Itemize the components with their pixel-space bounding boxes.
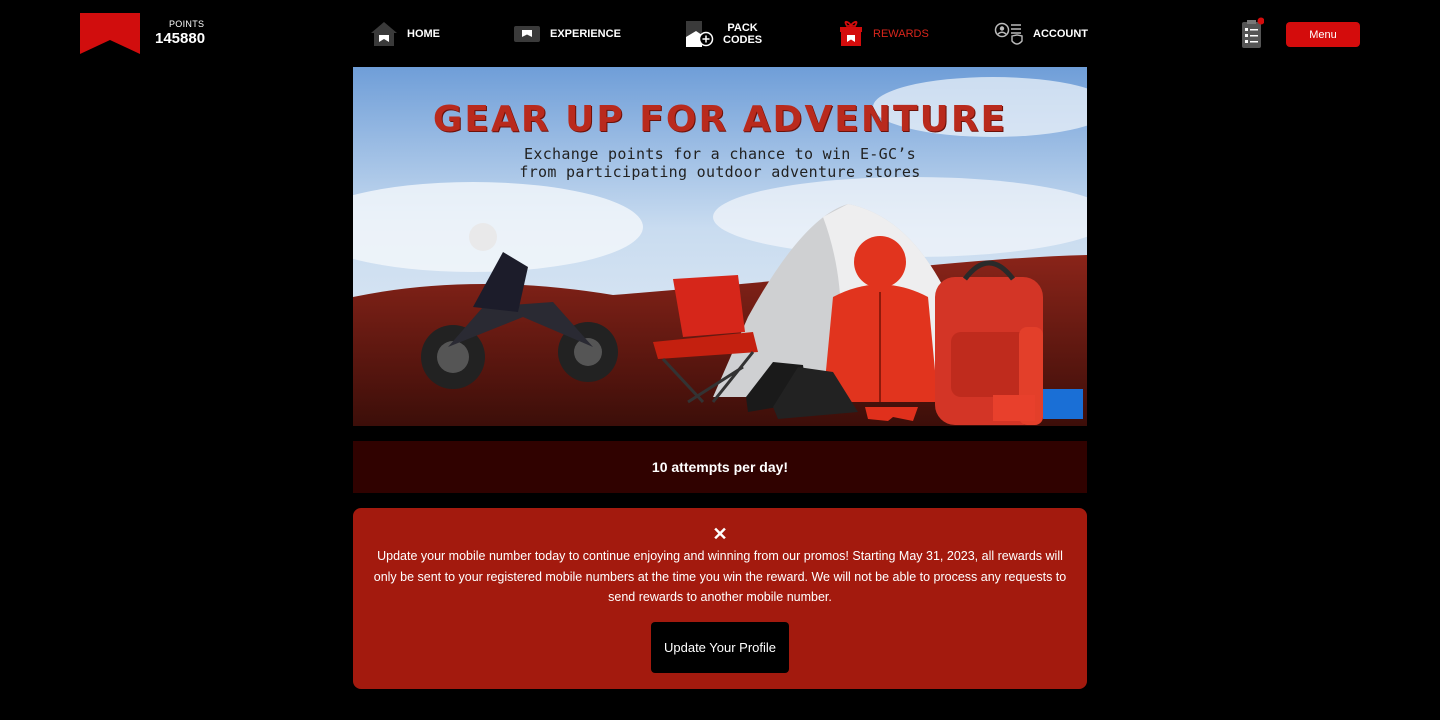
- banner-title: GEAR UP FOR ADVENTURE: [432, 99, 1008, 140]
- close-icon[interactable]: ✕: [712, 525, 728, 543]
- brand-logo[interactable]: [80, 13, 140, 54]
- nav-account-label: ACCOUNT: [1033, 28, 1088, 40]
- gift-icon: [840, 20, 862, 46]
- top-navigation-bar: POINTS 145880 HOME EXPERIENCE PACK CODES: [0, 0, 1440, 67]
- account-icon: [994, 22, 1023, 45]
- nav-account[interactable]: ACCOUNT: [994, 18, 1088, 50]
- nav-experience[interactable]: EXPERIENCE: [513, 18, 621, 50]
- promo-banner: GEAR UP FOR ADVENTURE Exchange points fo…: [353, 67, 1087, 426]
- pack-add-icon: [686, 21, 714, 47]
- nav-pack-codes[interactable]: PACK CODES: [684, 18, 762, 50]
- notice-message: Update your mobile number today to conti…: [373, 549, 1067, 604]
- points-value: 145880: [155, 30, 206, 47]
- nav-rewards[interactable]: REWARDS: [838, 18, 929, 50]
- nav-home[interactable]: HOME: [370, 18, 440, 50]
- nav-pack-label-line2: CODES: [723, 34, 763, 46]
- nav-pack-label-line1: PACK: [727, 22, 758, 34]
- points-label: POINTS: [169, 19, 205, 29]
- nav-pack-codes-label: PACK CODES: [723, 22, 762, 46]
- banner-subtitle-line2: from participating outdoor adventure sto…: [519, 163, 921, 181]
- banner-subtitle-line1: Exchange points for a chance to win E-GC…: [524, 145, 916, 163]
- mobile-update-notice: ✕ Update your mobile number today to con…: [353, 508, 1087, 689]
- banner-subtitle: Exchange points for a chance to win E-GC…: [353, 145, 1087, 181]
- points-display: POINTS 145880: [155, 19, 206, 47]
- update-profile-button[interactable]: Update Your Profile: [651, 622, 789, 673]
- attempts-text: 10 attempts per day!: [651, 459, 789, 475]
- window-icon: [514, 26, 540, 42]
- nav-experience-label: EXPERIENCE: [550, 28, 621, 40]
- house-icon: [371, 22, 397, 46]
- nav-home-label: HOME: [407, 28, 440, 40]
- attempts-per-day-bar: 10 attempts per day!: [353, 441, 1087, 493]
- nav-rewards-label: REWARDS: [873, 28, 929, 40]
- checklist-icon[interactable]: [1240, 17, 1264, 49]
- menu-button[interactable]: Menu: [1286, 22, 1360, 47]
